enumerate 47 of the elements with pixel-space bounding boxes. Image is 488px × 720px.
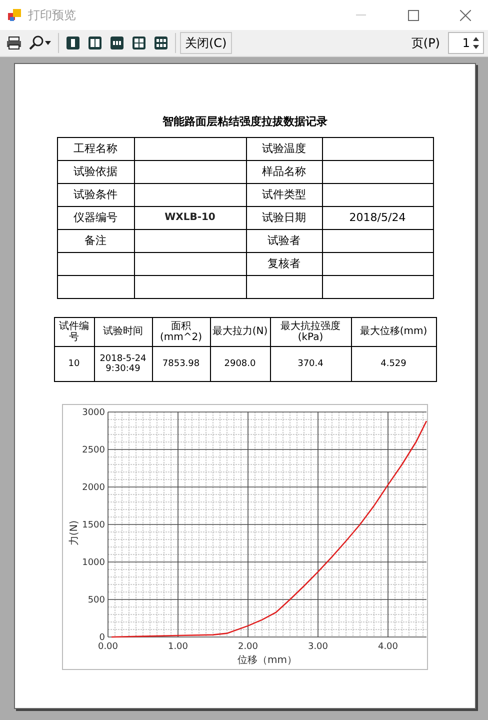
field-label: 试验日期 xyxy=(262,210,306,224)
field-label: 试验依据 xyxy=(74,164,118,178)
field-label: 试验温度 xyxy=(262,142,306,155)
column-header: 试验时间 xyxy=(103,326,143,338)
maximize-icon xyxy=(408,10,418,20)
y-tick-label: 2500 xyxy=(82,446,105,456)
page-spinner[interactable]: 1 xyxy=(448,32,484,54)
x-tick-label: 4.00 xyxy=(378,642,398,652)
field-value: WXLB-10 xyxy=(164,212,216,224)
x-tick-label: 3.00 xyxy=(308,642,328,652)
y-tick-label: 1000 xyxy=(82,558,105,568)
y-tick-label: 3000 xyxy=(82,408,105,418)
field-label: 复核者 xyxy=(268,256,300,270)
column-header: 最大拉力(N) xyxy=(212,326,268,338)
column-header: 面积(mm^2) xyxy=(160,320,202,343)
field-label: 试验者 xyxy=(268,234,300,247)
column-header: 最大抗拉强度(kPa) xyxy=(280,320,340,343)
close-icon xyxy=(460,10,470,20)
y-tick-label: 0 xyxy=(99,633,105,643)
page-label: 页(P) xyxy=(411,34,440,52)
field-label: 样品名称 xyxy=(262,164,306,178)
field-label: 仪器编号 xyxy=(74,210,118,224)
x-tick-label: 2.00 xyxy=(238,642,258,652)
x-axis-label: 位移（mm） xyxy=(238,655,297,666)
table-cell: 4.529 xyxy=(380,358,406,369)
table-cell: 7853.98 xyxy=(162,358,200,369)
y-tick-label: 2000 xyxy=(82,483,105,493)
y-axis-label: 力(N) xyxy=(69,520,80,546)
field-value: 2018/5/24 xyxy=(349,210,406,224)
table-cell: 2018-5-24 9:30:49 xyxy=(100,354,146,374)
field-label: 工程名称 xyxy=(74,142,118,155)
window-title: 打印预览 xyxy=(28,6,77,24)
x-tick-label: 1.00 xyxy=(168,642,188,652)
table-cell: 370.4 xyxy=(298,358,324,369)
y-tick-label: 500 xyxy=(88,596,105,606)
column-header: 试件编号 xyxy=(59,320,89,343)
field-label: 试件类型 xyxy=(262,188,306,201)
field-label: 试验条件 xyxy=(74,188,118,201)
y-tick-label: 1500 xyxy=(82,520,105,530)
app-icon xyxy=(8,8,22,22)
document-title: 智能路面层粘结强度拉拔数据记录 xyxy=(162,114,328,129)
field-label: 备注 xyxy=(84,234,106,247)
column-header: 最大位移(mm) xyxy=(360,326,428,338)
close-preview-button[interactable]: 关闭(C) xyxy=(180,32,232,54)
x-tick-label: 0.00 xyxy=(98,642,118,652)
table-cell: 2908.0 xyxy=(224,358,256,369)
table-cell: 10 xyxy=(68,358,80,369)
